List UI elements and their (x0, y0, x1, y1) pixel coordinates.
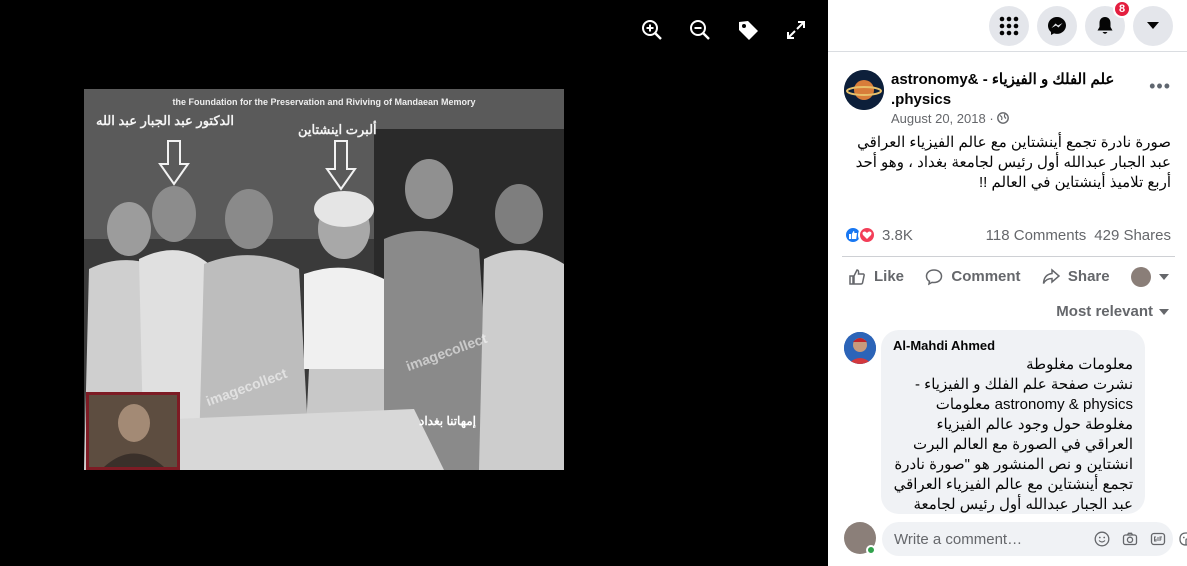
comment-input-tools (1093, 530, 1187, 548)
thumbs-up-icon (849, 268, 865, 285)
comment-input[interactable] (894, 530, 1093, 548)
emoji-icon[interactable] (1093, 530, 1111, 548)
post-panel: 8 علم الفلك و الفيزياء - astronomy& phys… (828, 0, 1187, 566)
shares-count[interactable]: 429 Shares (1094, 227, 1171, 244)
messenger-icon (1048, 16, 1066, 35)
photo-inset-portrait (86, 392, 180, 470)
comment-filter-dropdown[interactable]: Most relevant (1056, 303, 1169, 320)
reaction-icons[interactable] (844, 226, 876, 244)
comment-button[interactable]: Comment (925, 268, 1021, 286)
viewer-toolbar (640, 18, 808, 42)
comment-author-link[interactable]: Al-Mahdi Ahmed (893, 338, 1133, 353)
write-comment-row (842, 518, 1187, 558)
react-as-selector[interactable] (1130, 266, 1169, 287)
globe-icon (997, 112, 1010, 124)
more-options-icon[interactable]: ••• (1149, 76, 1171, 97)
online-status-dot (866, 545, 876, 555)
comments-count[interactable]: 118 Comments (986, 227, 1087, 244)
current-user-avatar-small (1130, 266, 1151, 287)
like-label: Like (874, 268, 905, 285)
post-date[interactable]: August 20, 2018 · (891, 111, 1010, 126)
tag-icon[interactable] (736, 18, 760, 42)
comment-icon (926, 268, 943, 285)
page-avatar[interactable] (844, 70, 884, 110)
reactions-count[interactable]: 3.8K (882, 227, 913, 244)
top-bar: 8 (828, 0, 1187, 52)
notifications-badge: 8 (1113, 0, 1131, 18)
commenter-photo (844, 332, 876, 364)
love-reaction-icon (858, 226, 876, 244)
page-name-link[interactable]: علم الفلك و الفيزياء - astronomy& physic… (891, 70, 1131, 110)
share-button[interactable]: Share (1042, 267, 1110, 286)
post-header: علم الفلك و الفيزياء - astronomy& physic… (842, 66, 1175, 126)
comment-text: معلومات مغلوطة نشرت صفحة علم الفلك و الف… (893, 356, 1133, 513)
caret-down-icon (1159, 308, 1169, 315)
comment-label: Comment (951, 268, 1021, 285)
caret-down-icon (1158, 273, 1169, 280)
reactions-bar: 3.8K 118 Comments 429 Shares (844, 224, 1171, 246)
bell-icon (1097, 16, 1113, 34)
share-icon (1042, 267, 1060, 284)
like-button[interactable]: Like (848, 268, 904, 286)
messenger-button[interactable] (1037, 5, 1077, 46)
fullscreen-icon[interactable] (784, 18, 808, 42)
photo-caption: the Foundation for the Preservation and … (172, 97, 476, 107)
write-comment-box (882, 522, 1187, 556)
commenter-avatar[interactable] (844, 332, 876, 364)
menu-grid-button[interactable] (989, 5, 1029, 46)
post-actions: Like Comment Share (842, 256, 1175, 296)
zoom-in-icon[interactable] (640, 18, 664, 42)
post-text: صورة نادرة تجمع أينشتاين مع عالم الفيزيا… (855, 134, 1171, 191)
sticker-icon[interactable] (1177, 530, 1187, 548)
zoom-out-icon[interactable] (688, 18, 712, 42)
gif-icon[interactable] (1149, 530, 1167, 548)
post-date-text: August 20, 2018 (891, 111, 986, 126)
account-menu-button[interactable] (1133, 5, 1173, 46)
notifications-button[interactable]: 8 (1085, 0, 1131, 46)
photo-label-einstein: ألبرت اينشتاين (298, 122, 377, 137)
caret-down-icon (1147, 21, 1159, 29)
photo-badge: إمهاتنا بغداد (419, 414, 477, 428)
inset-portrait-shape (89, 395, 177, 467)
post-photo[interactable]: the Foundation for the Preservation and … (84, 89, 564, 470)
share-label: Share (1067, 268, 1110, 285)
camera-icon[interactable] (1121, 530, 1139, 548)
comment-bubble: Al-Mahdi Ahmed معلومات مغلوطة نشرت صفحة … (881, 330, 1145, 514)
photo-viewer: the Foundation for the Preservation and … (0, 0, 828, 566)
menu-grid-icon (999, 16, 1019, 35)
comment-filter-label: Most relevant (1056, 303, 1153, 320)
photo-label-abduljabbar: الدكتور عبد الجبار عبد الله (96, 113, 234, 128)
planet-logo-icon (844, 70, 884, 110)
